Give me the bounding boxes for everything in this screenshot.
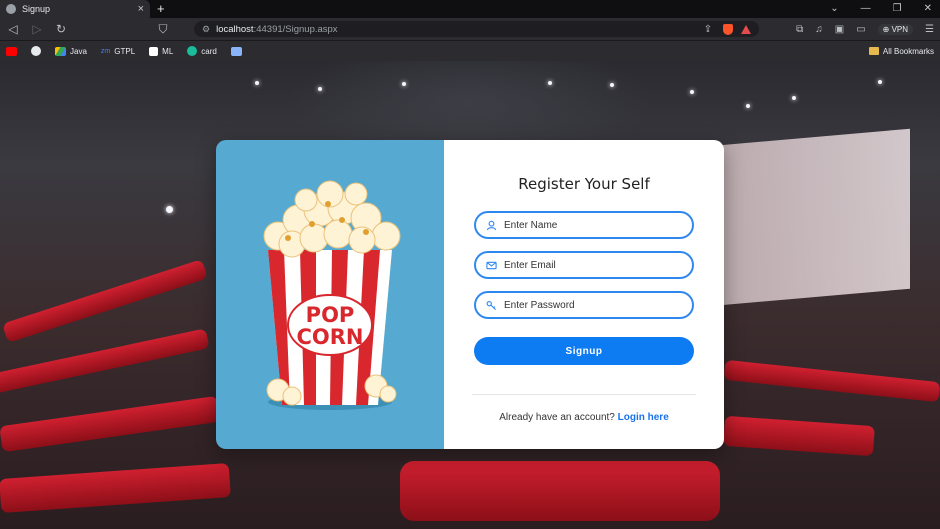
- zm-icon: zm: [100, 47, 111, 55]
- tab-strip: Signup × + ⌄ — ❐ ✕: [0, 0, 940, 18]
- bookmark-app[interactable]: [230, 46, 242, 56]
- bookmark-label: GTPL: [114, 46, 136, 56]
- ceiling-light: [690, 90, 694, 94]
- divider: [472, 394, 696, 395]
- tab-search-icon[interactable]: ⌄: [830, 1, 838, 17]
- close-window-button[interactable]: ✕: [924, 1, 932, 17]
- card-icon: [187, 46, 198, 56]
- form-title: Register Your Self: [518, 175, 650, 193]
- bookmark-label: card: [201, 46, 217, 56]
- window-controls: ⌄ — ❐ ✕: [830, 1, 932, 17]
- name-input[interactable]: [504, 219, 674, 231]
- email-input[interactable]: [504, 259, 674, 271]
- popcorn-text-bottom: CORN: [296, 325, 363, 349]
- password-input[interactable]: [504, 299, 674, 311]
- popcorn-text-top: POP: [306, 303, 355, 327]
- seat-row: [0, 328, 210, 394]
- maximize-button[interactable]: ❐: [893, 1, 902, 17]
- address-actions: ⇪: [701, 23, 751, 35]
- site-info-icon[interactable]: ⚙: [202, 24, 210, 35]
- ceiling-light: [255, 81, 259, 85]
- login-link[interactable]: Login here: [618, 412, 669, 423]
- brave-rewards-icon[interactable]: [741, 24, 751, 34]
- wallet-icon[interactable]: ▭: [856, 24, 865, 35]
- bookmark-github[interactable]: [31, 46, 41, 56]
- bookmark-gtpl[interactable]: zm GTPL: [101, 47, 135, 56]
- brave-shields-icon[interactable]: [723, 23, 733, 35]
- login-prompt: Already have an account?: [499, 412, 615, 423]
- password-field[interactable]: [474, 291, 694, 319]
- new-tab-button[interactable]: +: [157, 1, 165, 17]
- globe-icon: [6, 4, 16, 14]
- ceiling-light: [610, 83, 614, 87]
- all-bookmarks-button[interactable]: All Bookmarks: [868, 46, 934, 56]
- seat-row: [723, 359, 940, 403]
- drive-icon: [55, 46, 66, 56]
- bookmarks-bar: Java zm GTPL ML card All Bookmarks: [0, 40, 940, 61]
- close-tab-icon[interactable]: ×: [138, 4, 144, 15]
- bookmark-label: ML: [162, 46, 174, 56]
- bookmark-icon[interactable]: ⛉: [156, 22, 170, 37]
- github-icon: [31, 46, 41, 56]
- extensions-icon[interactable]: ⧉: [796, 24, 803, 35]
- user-icon: [486, 220, 497, 230]
- back-icon[interactable]: ◁: [6, 22, 20, 36]
- seat-row: [400, 461, 720, 521]
- seat-row: [0, 463, 231, 513]
- vpn-button[interactable]: ⊕ VPN: [877, 23, 914, 35]
- key-icon: [486, 300, 497, 310]
- ceiling-light: [548, 81, 552, 85]
- vpn-label: VPN: [891, 24, 909, 34]
- browser-toolbar: ◁ ▷ ↻ ⛉ ⚙ localhost:44391/Signup.aspx ⇪ …: [0, 18, 940, 40]
- seat-row: [2, 259, 208, 343]
- notion-icon: [149, 46, 159, 56]
- page-viewport: POP CORN Register Your Self Signu: [0, 61, 940, 529]
- share-icon[interactable]: ⇪: [701, 24, 715, 35]
- ceiling-light: [878, 80, 882, 84]
- address-bar[interactable]: ⚙ localhost:44391/Signup.aspx ⇪: [194, 21, 759, 37]
- minimize-button[interactable]: —: [861, 1, 871, 17]
- envelope-icon: [486, 261, 497, 269]
- all-bookmarks-label: All Bookmarks: [882, 46, 934, 56]
- signup-button[interactable]: Signup: [474, 337, 694, 365]
- name-field[interactable]: [474, 211, 694, 239]
- bookmark-label: Java: [70, 46, 87, 56]
- menu-icon[interactable]: ☰: [925, 24, 934, 35]
- sidebar-icon[interactable]: ▣: [835, 24, 844, 35]
- media-icon[interactable]: ♫: [815, 24, 823, 35]
- app-icon: [230, 46, 242, 56]
- seat-row: [723, 415, 875, 457]
- bookmark-youtube[interactable]: [6, 46, 17, 56]
- email-field[interactable]: [474, 251, 694, 279]
- tab-title: Signup: [22, 4, 51, 14]
- bookmark-card[interactable]: card: [187, 46, 217, 56]
- bookmark-java[interactable]: Java: [55, 46, 87, 56]
- ceiling-light: [746, 104, 750, 108]
- signup-card: POP CORN Register Your Self Signu: [216, 140, 724, 449]
- ceiling-light: [402, 82, 406, 86]
- ceiling-light: [792, 96, 796, 100]
- toolbar-actions: ⧉ ♫ ▣ ▭ ⊕ VPN ☰: [796, 23, 934, 35]
- browser-chrome: Signup × + ⌄ — ❐ ✕ ◁ ▷ ↻ ⛉ ⚙ localhost:4…: [0, 0, 940, 61]
- cinema-screen: [720, 128, 910, 306]
- illustration-panel: POP CORN: [216, 140, 444, 449]
- tab-signup[interactable]: Signup ×: [0, 0, 150, 18]
- bookmark-ml[interactable]: ML: [149, 46, 174, 56]
- folder-icon: [868, 47, 879, 55]
- url-host: localhost: [216, 23, 254, 35]
- form-panel: Register Your Self Signup Already have a…: [444, 140, 724, 449]
- youtube-icon: [6, 46, 17, 56]
- popcorn-icon: POP CORN: [263, 180, 401, 410]
- ceiling-light: [166, 206, 173, 213]
- login-prompt-line: Already have an account? Login here: [444, 412, 724, 423]
- forward-icon[interactable]: ▷: [30, 22, 44, 36]
- ceiling-light: [318, 87, 322, 91]
- url-path: :44391/Signup.aspx: [253, 23, 338, 35]
- seat-row: [0, 395, 221, 453]
- reload-icon[interactable]: ↻: [54, 22, 68, 36]
